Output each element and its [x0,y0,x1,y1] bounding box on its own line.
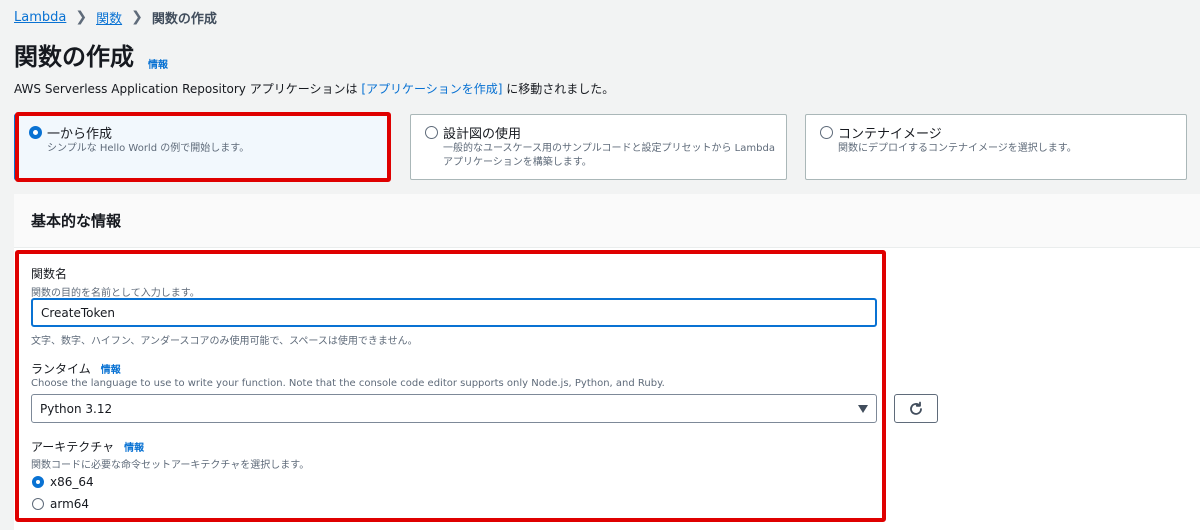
option-use-blueprint[interactable]: 設計図の使用 一般的なユースケース用のサンプルコードと設定プリセットから Lam… [410,114,787,180]
breadcrumb: Lambda ❯ 関数 ❯ 関数の作成 [14,8,217,27]
breadcrumb-functions-link[interactable]: 関数 [96,8,122,27]
refresh-runtimes-button[interactable] [894,394,938,423]
breadcrumb-lambda-link[interactable]: Lambda [14,10,66,25]
radio-unselected-icon[interactable] [425,126,438,139]
chevron-right-icon: ❯ [75,9,88,25]
basic-info-title: 基本的な情報 [31,212,122,230]
chevron-right-icon: ❯ [131,9,143,25]
highlight-box [15,250,886,522]
option-desc: 関数にデプロイするコンテナイメージを選択します。 [838,143,1077,154]
highlight-box [15,112,391,182]
option-desc-line1: 一般的なユースケース用のサンプルコードと設定プリセットから Lambda [443,143,775,154]
page-info-link[interactable]: 情報 [148,56,168,71]
option-desc-line2: アプリケーションを構築します。 [443,157,592,168]
page-title: 関数の作成 [14,43,134,71]
relocation-notice: AWS Serverless Application Repository アプ… [14,80,614,97]
radio-unselected-icon[interactable] [820,126,833,139]
option-container-image[interactable]: コンテナイメージ 関数にデプロイするコンテナイメージを選択します。 [805,114,1187,180]
breadcrumb-current: 関数の作成 [151,11,217,27]
create-application-link[interactable]: [アプリケーションを作成] [361,82,502,96]
option-desc: 一般的なユースケース用のサンプルコードと設定プリセットから Lambda アプリ… [443,142,775,170]
notice-suffix: に移動されました。 [502,82,615,96]
option-title: コンテナイメージ [838,127,942,142]
option-title: 設計図の使用 [443,127,522,142]
notice-prefix: AWS Serverless Application Repository アプ… [14,82,362,96]
refresh-icon [910,401,922,415]
basic-info-header [14,194,1200,248]
